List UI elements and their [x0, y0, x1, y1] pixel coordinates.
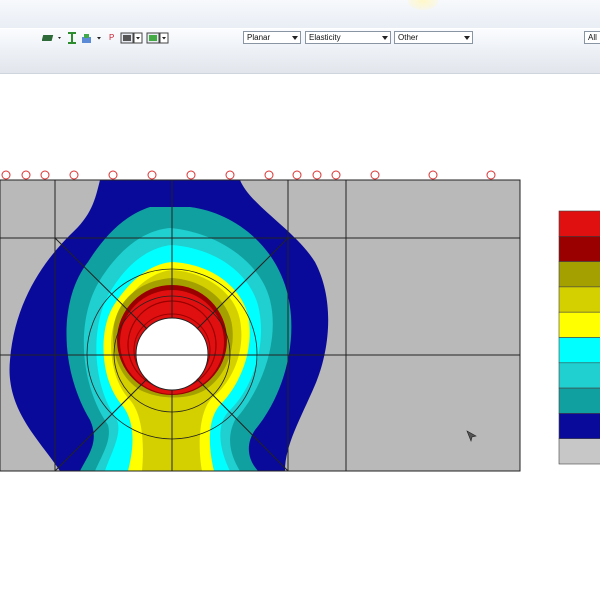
legend-swatch [558, 362, 600, 389]
support-marker [1, 170, 11, 180]
legend-swatch [558, 337, 600, 364]
mesh-icon[interactable] [120, 32, 144, 44]
support-marker [186, 170, 196, 180]
load-icon[interactable] [80, 32, 106, 44]
mouse-pointer-icon [466, 430, 477, 442]
all-value: All [588, 33, 597, 42]
legend-swatch [558, 438, 600, 465]
contour-plot [0, 170, 600, 472]
toolbar-panel [0, 49, 600, 74]
legend-swatch [558, 261, 600, 288]
support-marker [264, 170, 274, 180]
support-marker [21, 170, 31, 180]
support-marker [40, 170, 50, 180]
support-marker [312, 170, 322, 180]
chevron-down-icon [292, 36, 298, 40]
result-type-dropdown[interactable]: Elasticity [305, 31, 391, 44]
beam-icon[interactable] [66, 32, 78, 44]
legend-swatch [558, 236, 600, 262]
legend-swatch [558, 210, 600, 237]
legend-swatch [558, 286, 600, 313]
other-dropdown[interactable]: Other [394, 31, 473, 44]
color-legend [558, 210, 600, 465]
model-canvas[interactable] [0, 74, 600, 600]
view-icon[interactable] [146, 32, 170, 44]
all-dropdown[interactable]: All [584, 31, 600, 44]
analysis-type-value: Planar [247, 33, 271, 42]
legend-swatch [558, 387, 600, 414]
chevron-down-icon [464, 36, 470, 40]
support-marker [108, 170, 118, 180]
support-marker [428, 170, 438, 180]
analysis-type-dropdown[interactable]: Planar [243, 31, 301, 44]
support-marker [370, 170, 380, 180]
support-marker [486, 170, 496, 180]
support-marker [69, 170, 79, 180]
legend-swatch [558, 413, 600, 439]
p-icon[interactable]: P [109, 32, 117, 44]
result-type-value: Elasticity [309, 33, 341, 42]
legend-swatch [558, 311, 600, 338]
title-bar [0, 0, 600, 29]
support-marker [147, 170, 157, 180]
support-marker [331, 170, 341, 180]
support-marker [292, 170, 302, 180]
support-marker [225, 170, 235, 180]
support-markers [1, 170, 496, 180]
other-value: Other [398, 33, 419, 42]
plate-icon[interactable] [42, 32, 64, 44]
chevron-down-icon [382, 36, 388, 40]
